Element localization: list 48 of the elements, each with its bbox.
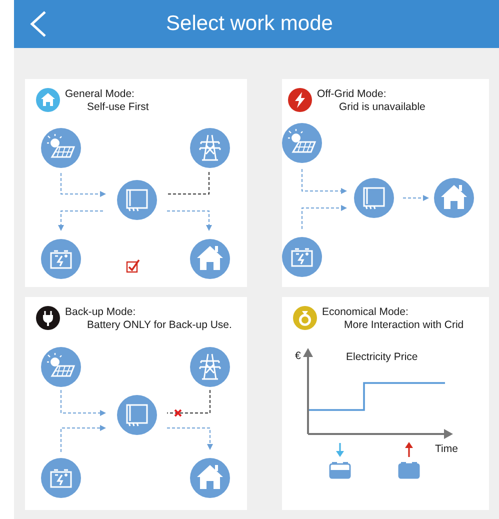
mode-card[interactable]: Back-up Mode: Battery ONLY for Back-up Use.	[25, 297, 247, 510]
inverter-icon	[117, 180, 157, 220]
mode-title: General Mode:	[65, 88, 134, 100]
solar-panel-icon	[282, 123, 322, 163]
mode-title: Off-Grid Mode:	[317, 88, 386, 100]
battery-icon	[282, 237, 322, 277]
axis-label: Time	[435, 443, 458, 455]
flow-arrow	[302, 205, 347, 230]
solar-panel-icon	[41, 347, 81, 387]
mode-title: Back-up Mode:	[65, 306, 136, 318]
inverter-icon	[354, 178, 394, 218]
battery-icon	[41, 458, 81, 498]
lightning-badge-icon	[288, 88, 312, 112]
house-badge-icon	[36, 88, 60, 112]
flow-arrow	[166, 210, 212, 231]
flow-arrow	[60, 390, 106, 416]
up-arrow-icon	[405, 442, 413, 457]
back-icon[interactable]	[28, 10, 48, 38]
mode-subtitle: Grid is unavailable	[339, 101, 426, 114]
mode-subtitle: Battery ONLY for Back-up Use.	[87, 319, 232, 332]
battery-icon	[398, 462, 420, 479]
power-tower-icon	[190, 347, 230, 387]
flow-arrow	[302, 168, 347, 194]
battery-icon	[329, 462, 351, 479]
flow-arrow	[60, 172, 106, 197]
mode-title: Economical Mode:	[322, 306, 408, 318]
flow-arrow	[58, 210, 104, 231]
power-tower-icon	[190, 128, 230, 168]
down-arrow-icon	[336, 443, 344, 457]
mode-card[interactable]: Off-Grid Mode: Grid is unavailable	[282, 79, 489, 287]
page-title: Select work mode	[165, 12, 334, 36]
plug-badge-icon	[36, 306, 60, 330]
flow-arrow	[402, 195, 429, 201]
house-icon	[434, 178, 474, 218]
flow-arrow	[166, 428, 213, 450]
inverter-icon	[117, 395, 157, 435]
battery-icon	[41, 239, 81, 279]
mode-card[interactable]: Economical Mode: More Interaction with Crid € Electricity Price Time	[282, 297, 489, 510]
mode-card[interactable]: General Mode: Self-use First	[25, 79, 247, 287]
chart-title: Electricity Price	[346, 351, 418, 363]
flow-arrow	[60, 425, 106, 452]
mode-subtitle: More Interaction with Crid	[344, 319, 464, 332]
solar-panel-icon	[41, 128, 81, 168]
mode-subtitle: Self-use First	[87, 101, 149, 114]
blocked-mark-icon	[174, 409, 182, 417]
house-icon	[190, 458, 230, 498]
house-icon	[190, 239, 230, 279]
axis-unit: €	[295, 350, 301, 362]
